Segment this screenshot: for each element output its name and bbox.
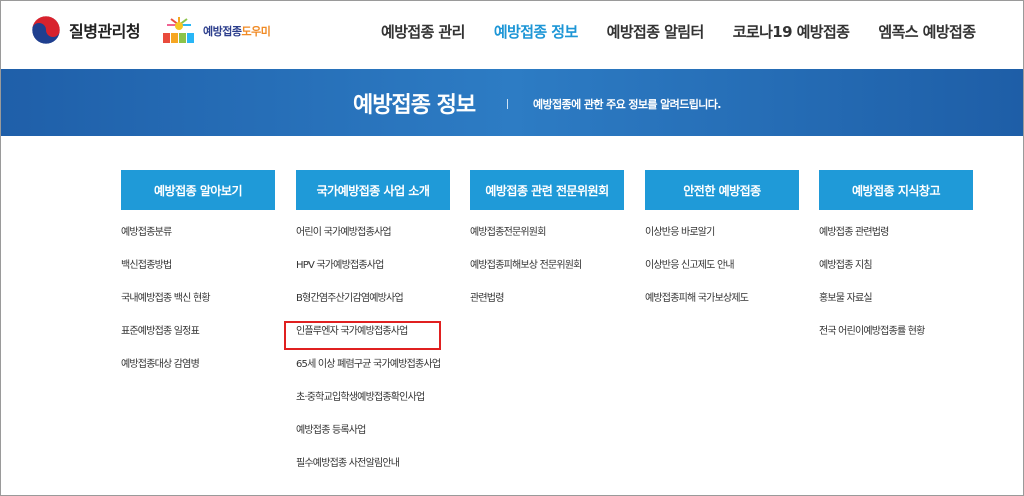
nav-vaccination-info[interactable]: 예방접종 정보 — [494, 21, 578, 42]
menu-link[interactable]: 65세 이상 폐렴구균 국가예방접종사업 — [296, 357, 450, 390]
column-header-button[interactable]: 안전한 예방접종 — [645, 170, 799, 210]
banner-divider — [507, 99, 508, 109]
menu-link[interactable]: 예방접종피해 국가보상제도 — [645, 291, 799, 324]
menu-list: 예방접종분류 백신접종방법 국내예방접종 백신 현황 표준예방접종 일정표 예방… — [121, 225, 275, 390]
menu-link[interactable]: 필수예방접종 사전알림안내 — [296, 456, 450, 489]
menu-link[interactable]: 예방접종 등록사업 — [296, 423, 450, 456]
kdca-name: 질병관리청 — [69, 22, 141, 41]
page-frame: 질병관리청 예방접종도우미 예방접종 관리 예방접종 정보 예방접종 알림터 코… — [0, 0, 1024, 496]
menu-link[interactable]: 초·중학교입학생예방접종확인사업 — [296, 390, 450, 423]
menu-link[interactable]: 이상반응 신고제도 안내 — [645, 258, 799, 291]
menu-link[interactable]: HPV 국가예방접종사업 — [296, 258, 450, 291]
menu-column-knowledge: 예방접종 지식창고 예방접종 관련법령 예방접종 지침 홍보물 자료실 전국 어… — [819, 170, 973, 357]
nav-vaccination-management[interactable]: 예방접종 관리 — [381, 21, 465, 42]
nav-vaccination-notice[interactable]: 예방접종 알림터 — [607, 21, 705, 42]
menu-link[interactable]: 예방접종피해보상 전문위원회 — [470, 258, 624, 291]
menu-column-committee: 예방접종 관련 전문위원회 예방접종전문위원회 예방접종피해보상 전문위원회 관… — [470, 170, 624, 324]
nip-sun-emblem-icon — [163, 17, 194, 43]
menu-list: 예방접종전문위원회 예방접종피해보상 전문위원회 관련법령 — [470, 225, 624, 324]
menu-link[interactable]: 예방접종 지침 — [819, 258, 973, 291]
taegeuk-emblem-icon — [31, 15, 61, 45]
menu-link[interactable]: B형간염주산기감염예방사업 — [296, 291, 450, 324]
column-header-button[interactable]: 예방접종 지식창고 — [819, 170, 973, 210]
nip-name-accent: 도우미 — [241, 25, 271, 38]
column-header-button[interactable]: 국가예방접종 사업 소개 — [296, 170, 450, 210]
nip-name: 예방접종도우미 — [203, 23, 271, 39]
highlight-annotation-box — [284, 321, 441, 350]
menu-link[interactable]: 예방접종대상 감염병 — [121, 357, 275, 390]
menu-link[interactable]: 예방접종분류 — [121, 225, 275, 258]
menu-link[interactable]: 홍보물 자료실 — [819, 291, 973, 324]
menu-link[interactable]: 예방접종 관련법령 — [819, 225, 973, 258]
column-header-button[interactable]: 예방접종 관련 전문위원회 — [470, 170, 624, 210]
menu-link[interactable]: 국내예방접종 백신 현황 — [121, 291, 275, 324]
nip-logo[interactable]: 예방접종도우미 — [159, 15, 271, 47]
menu-link[interactable]: 어린이 국가예방접종사업 — [296, 225, 450, 258]
site-header: 질병관리청 예방접종도우미 예방접종 관리 예방접종 정보 예방접종 알림터 코… — [1, 1, 1023, 69]
menu-link[interactable]: 백신접종방법 — [121, 258, 275, 291]
menu-list: 예방접종 관련법령 예방접종 지침 홍보물 자료실 전국 어린이예방접종률 현황 — [819, 225, 973, 357]
nip-name-main: 예방접종 — [203, 25, 242, 38]
menu-column-safe-vaccination: 안전한 예방접종 이상반응 바로알기 이상반응 신고제도 안내 예방접종피해 국… — [645, 170, 799, 324]
page-description: 예방접종에 관한 주요 정보를 알려드립니다. — [533, 98, 721, 111]
menu-link[interactable]: 관련법령 — [470, 291, 624, 324]
section-banner: 예방접종 정보 예방접종에 관한 주요 정보를 알려드립니다. — [1, 69, 1023, 136]
nav-covid19-vaccination[interactable]: 코로나19 예방접종 — [733, 21, 850, 42]
menu-link[interactable]: 예방접종전문위원회 — [470, 225, 624, 258]
column-header-button[interactable]: 예방접종 알아보기 — [121, 170, 275, 210]
global-navigation: 예방접종 관리 예방접종 정보 예방접종 알림터 코로나19 예방접종 엠폭스 … — [381, 21, 1004, 42]
menu-link[interactable]: 이상반응 바로알기 — [645, 225, 799, 258]
menu-list: 어린이 국가예방접종사업 HPV 국가예방접종사업 B형간염주산기감염예방사업 … — [296, 225, 450, 489]
kdca-logo[interactable]: 질병관리청 — [31, 15, 141, 45]
nav-mpox-vaccination[interactable]: 엠폭스 예방접종 — [878, 21, 976, 42]
menu-link[interactable]: 전국 어린이예방접종률 현황 — [819, 324, 973, 357]
menu-list: 이상반응 바로알기 이상반응 신고제도 안내 예방접종피해 국가보상제도 — [645, 225, 799, 324]
page-title: 예방접종 정보 — [353, 93, 476, 118]
menu-link[interactable]: 표준예방접종 일정표 — [121, 324, 275, 357]
menu-column-learn: 예방접종 알아보기 예방접종분류 백신접종방법 국내예방접종 백신 현황 표준예… — [121, 170, 275, 390]
